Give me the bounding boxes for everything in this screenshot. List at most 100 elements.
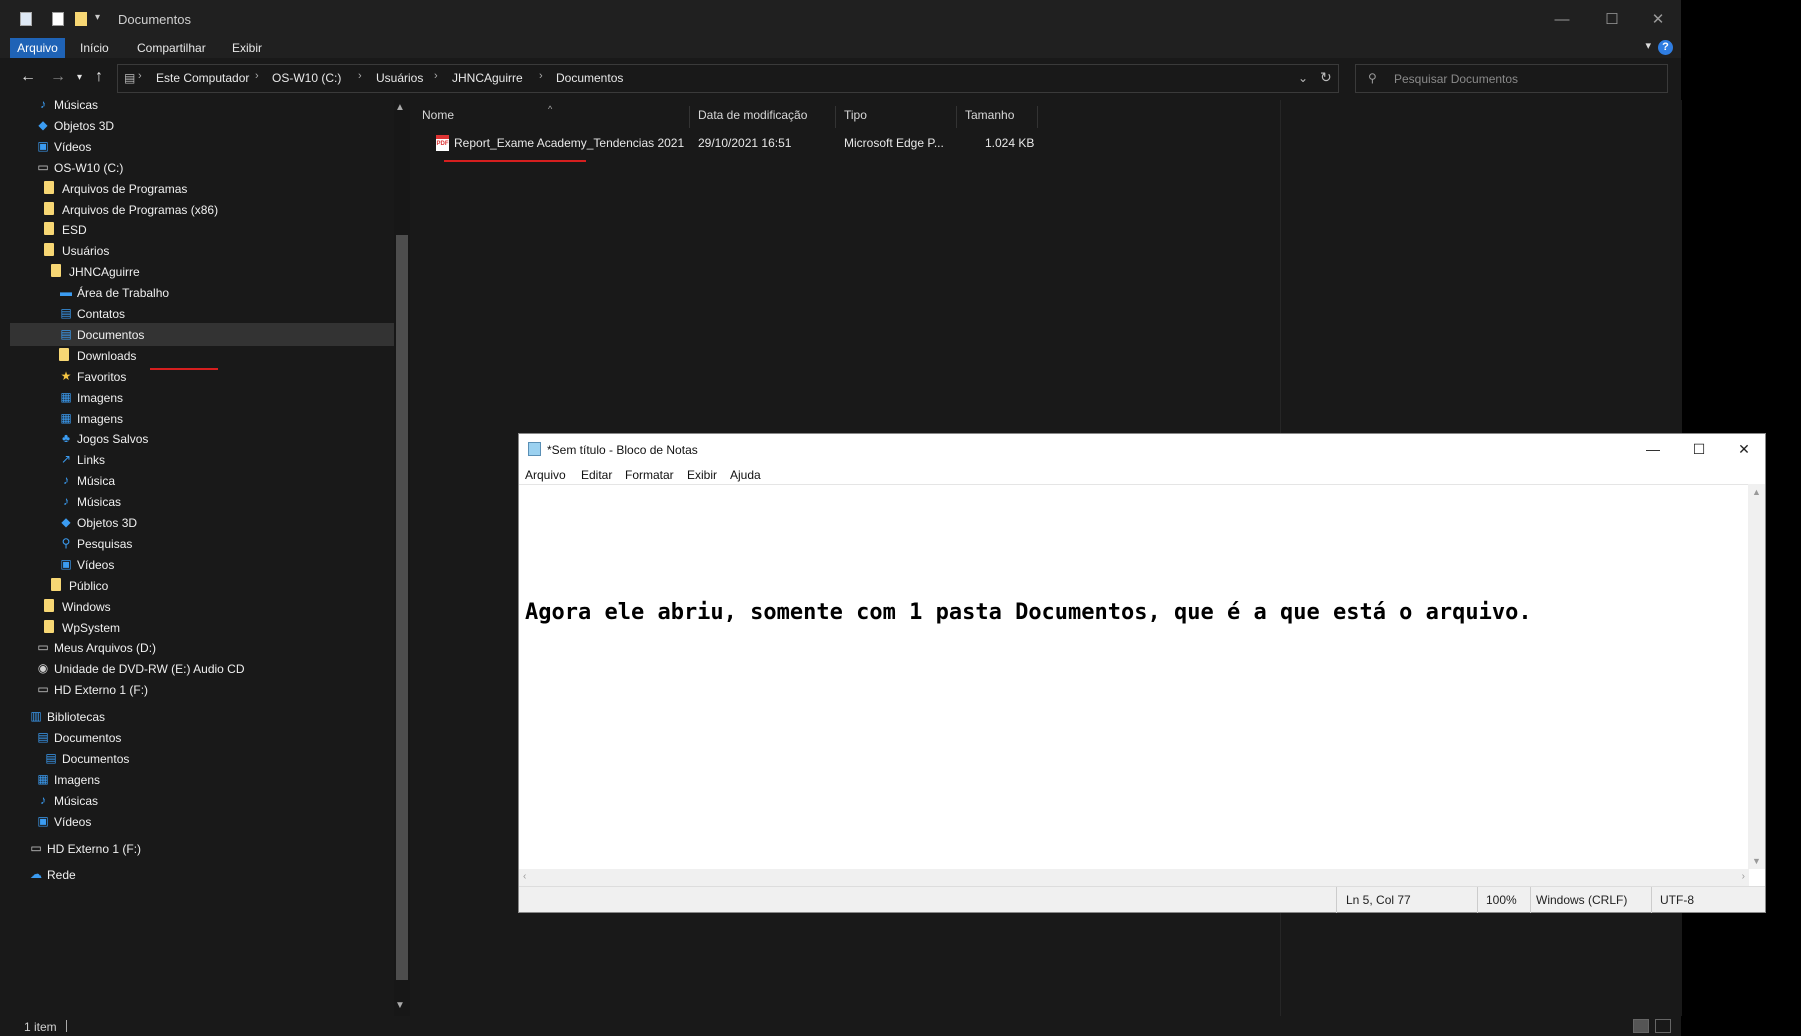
sidebar-item[interactable]: Arquivos de Programas (x86) xyxy=(10,198,395,221)
app-icon xyxy=(20,12,32,26)
sidebar-item[interactable]: Arquivos de Programas xyxy=(10,177,395,200)
sidebar-item[interactable]: ▣ Vídeos xyxy=(10,810,395,833)
refresh-icon[interactable]: ↻ xyxy=(1320,69,1332,86)
properties-icon[interactable] xyxy=(52,12,64,26)
breadcrumb-usuarios[interactable]: Usuários xyxy=(376,71,423,85)
sidebar-item[interactable]: ↗ Links xyxy=(10,448,395,471)
help-icon[interactable]: ? xyxy=(1658,40,1673,55)
folder-icon xyxy=(44,222,54,236)
notepad-status-bar: Ln 5, Col 77 100% Windows (CRLF) UTF-8 xyxy=(519,886,1765,913)
scroll-down-arrow-icon[interactable]: ▼ xyxy=(395,1000,405,1011)
scroll-down-arrow-icon[interactable]: ▼ xyxy=(1752,856,1761,866)
sidebar-item[interactable]: ▦ Imagens xyxy=(10,386,395,409)
sidebar-item-label: Imagens xyxy=(77,411,124,426)
address-history-chevron-icon[interactable]: ⌄ xyxy=(1298,71,1308,85)
notepad-menu-bar: Arquivo Editar Formatar Exibir Ajuda xyxy=(519,464,1765,484)
minimize-button[interactable]: — xyxy=(1540,6,1584,32)
sidebar-item[interactable]: ◉ Unidade de DVD-RW (E:) Audio CD xyxy=(10,657,395,680)
sidebar-item[interactable]: JHNCAguirre xyxy=(10,260,395,283)
new-folder-icon[interactable] xyxy=(75,12,87,26)
notepad-window: *Sem título - Bloco de Notas — ☐ ✕ Arqui… xyxy=(518,433,1766,913)
sidebar-item[interactable]: ▭ HD Externo 1 (F:) xyxy=(10,678,395,701)
breadcrumb-este-computador[interactable]: Este Computador xyxy=(156,71,249,85)
tab-arquivo[interactable]: Arquivo xyxy=(10,38,65,58)
folder-icon xyxy=(51,577,61,591)
sidebar-item[interactable]: ▬ Área de Trabalho xyxy=(10,281,395,304)
tab-inicio[interactable]: Início xyxy=(80,38,109,58)
sidebar-item[interactable]: ♪ Músicas xyxy=(10,490,395,513)
sidebar-item[interactable]: ▣ Vídeos xyxy=(10,553,395,576)
game-icon: ♣ xyxy=(62,431,70,446)
back-arrow-icon[interactable]: ← xyxy=(20,68,36,86)
ribbon-expand-chevron-icon[interactable]: ▾ xyxy=(1645,39,1651,52)
sidebar-item[interactable]: Windows xyxy=(10,595,395,618)
sidebar-item[interactable]: ♪ Música xyxy=(10,469,395,492)
sidebar-item[interactable]: ▦ Imagens xyxy=(10,407,395,430)
sidebar-item-label: WpSystem xyxy=(62,620,121,635)
file-size: 1.024 KB xyxy=(985,136,1035,150)
sidebar-item[interactable]: ▭ HD Externo 1 (F:) xyxy=(10,837,395,860)
sidebar-item[interactable]: ▤ Documentos xyxy=(10,726,395,749)
sidebar-item[interactable]: Público xyxy=(10,574,395,597)
sidebar-item[interactable]: ▣ Vídeos xyxy=(10,135,395,158)
scroll-right-arrow-icon[interactable]: › xyxy=(1742,871,1745,882)
notepad-minimize-button[interactable]: — xyxy=(1630,436,1676,462)
close-button[interactable]: ✕ xyxy=(1636,6,1680,32)
sidebar-item[interactable]: ▦ Imagens xyxy=(10,768,395,791)
breadcrumb-os-w10[interactable]: OS-W10 (C:) xyxy=(272,71,341,85)
notepad-close-button[interactable]: ✕ xyxy=(1721,436,1767,462)
sidebar-item[interactable]: ▤ Contatos xyxy=(10,302,395,325)
notepad-horizontal-scrollbar[interactable]: ‹ › xyxy=(519,869,1749,886)
menu-formatar[interactable]: Formatar xyxy=(625,468,674,482)
scroll-up-arrow-icon[interactable]: ▲ xyxy=(395,102,405,113)
sidebar-item[interactable]: WpSystem xyxy=(10,616,395,639)
file-row[interactable]: PDF Report_Exame Academy_Tendencias 2021… xyxy=(414,100,1038,160)
sidebar-item[interactable]: ▤ Documentos xyxy=(10,747,395,770)
menu-ajuda[interactable]: Ajuda xyxy=(730,468,761,482)
scroll-up-arrow-icon[interactable]: ▲ xyxy=(1752,487,1761,497)
document-icon: ▤ xyxy=(45,750,57,765)
sidebar-item[interactable]: ⚲ Pesquisas xyxy=(10,532,395,555)
status-separator xyxy=(1336,887,1337,913)
recent-locations-chevron-icon[interactable]: ▾ xyxy=(77,72,82,83)
notepad-content: Agora ele abriu, somente com 1 pasta Doc… xyxy=(525,600,1532,625)
sidebar-item[interactable]: ◆ Objetos 3D xyxy=(10,511,395,534)
maximize-button[interactable]: ☐ xyxy=(1590,6,1634,32)
address-bar[interactable]: ▤ › Este Computador › OS-W10 (C:) › Usuá… xyxy=(117,64,1339,93)
status-separator xyxy=(1530,887,1531,913)
search-input[interactable] xyxy=(1392,69,1656,89)
notepad-title: *Sem título - Bloco de Notas xyxy=(547,443,698,457)
breadcrumb-jhncaguirre[interactable]: JHNCAguirre xyxy=(452,71,523,85)
music-icon: ♪ xyxy=(40,792,46,807)
sidebar-item[interactable]: ◆ Objetos 3D xyxy=(10,114,395,137)
nav-scrollbar-thumb[interactable] xyxy=(396,235,408,980)
notepad-text-area[interactable]: Agora ele abriu, somente com 1 pasta Doc… xyxy=(519,484,1749,870)
menu-arquivo[interactable]: Arquivo xyxy=(525,468,566,482)
notepad-maximize-button[interactable]: ☐ xyxy=(1676,436,1722,462)
sidebar-item[interactable]: ▭ OS-W10 (C:) xyxy=(10,156,395,179)
notepad-vertical-scrollbar[interactable]: ▲ ▼ xyxy=(1748,484,1765,869)
notepad-title-bar: *Sem título - Bloco de Notas — ☐ ✕ xyxy=(519,434,1765,464)
forward-arrow-icon[interactable]: → xyxy=(50,68,66,86)
breadcrumb-documentos[interactable]: Documentos xyxy=(556,71,623,85)
sidebar-item[interactable]: ▤ Documentos xyxy=(10,322,395,346)
sidebar-item[interactable]: ESD xyxy=(10,218,395,241)
tab-compartilhar[interactable]: Compartilhar xyxy=(137,38,206,58)
up-arrow-icon[interactable]: ↑ xyxy=(95,68,103,86)
sidebar-item[interactable]: Usuários xyxy=(10,239,395,262)
large-icons-view-icon[interactable] xyxy=(1655,1019,1671,1033)
menu-exibir[interactable]: Exibir xyxy=(687,468,717,482)
scroll-left-arrow-icon[interactable]: ‹ xyxy=(523,871,526,882)
sidebar-item[interactable]: ☁ Rede xyxy=(10,863,395,886)
sidebar-item[interactable]: ♣ Jogos Salvos xyxy=(10,427,395,450)
customize-toolbar-chevron-icon[interactable]: ▾ xyxy=(95,12,107,26)
sidebar-item[interactable]: ▥ Bibliotecas xyxy=(10,705,395,728)
search-box[interactable]: ⚲ xyxy=(1355,64,1668,93)
sidebar-item[interactable]: ♪ Músicas xyxy=(10,789,395,812)
sidebar-item-label: HD Externo 1 (F:) xyxy=(54,683,149,698)
sidebar-item[interactable]: ▭ Meus Arquivos (D:) xyxy=(10,636,395,659)
tab-exibir[interactable]: Exibir xyxy=(232,38,262,58)
menu-editar[interactable]: Editar xyxy=(581,468,612,482)
sidebar-item[interactable]: Downloads xyxy=(10,344,395,367)
details-view-icon[interactable] xyxy=(1633,1019,1649,1033)
